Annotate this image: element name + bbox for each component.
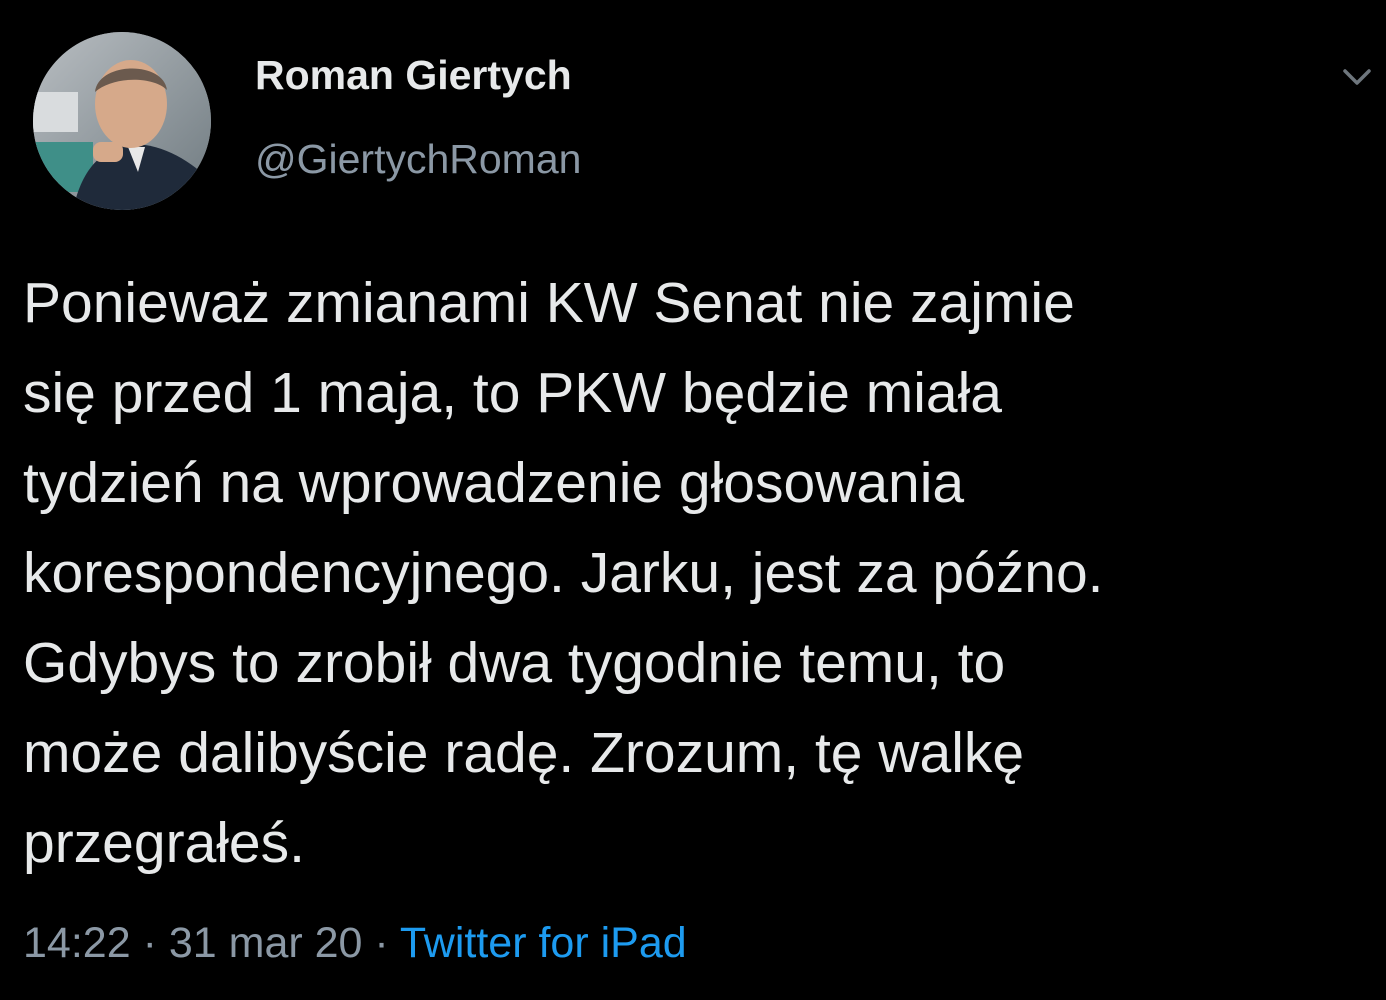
more-options-button[interactable] xyxy=(1332,52,1382,102)
user-handle[interactable]: @GiertychRoman xyxy=(255,134,581,184)
tweet-metadata: 14:22 · 31 mar 20 · Twitter for iPad xyxy=(23,915,687,971)
tweet-line: tydzień na wprowadzenie głosowania xyxy=(23,451,965,515)
meta-separator: · xyxy=(142,919,157,967)
meta-separator: · xyxy=(374,919,389,967)
tweet-line: korespondencyjnego. Jarku, jest za późno… xyxy=(23,541,1104,605)
tweet-line: Gdybys to zrobił dwa tygodnie temu, to xyxy=(23,631,1006,695)
tweet-source-link[interactable]: Twitter for iPad xyxy=(400,919,687,967)
tweet-time[interactable]: 14:22 xyxy=(23,919,131,967)
display-name[interactable]: Roman Giertych xyxy=(255,50,572,100)
avatar[interactable] xyxy=(33,32,211,210)
tweet-line: może dalibyście radę. Zrozum, tę walkę xyxy=(23,721,1025,785)
tweet-line: się przed 1 maja, to PKW będzie miała xyxy=(23,361,1002,425)
profile-photo xyxy=(33,32,211,210)
chevron-down-icon xyxy=(1343,69,1371,85)
tweet-date[interactable]: 31 mar 20 xyxy=(169,919,363,967)
tweet-line: przegrałeś. xyxy=(23,811,305,875)
tweet-text: Ponieważ zmianami KW Senat nie zajmie si… xyxy=(23,258,1373,888)
tweet-line: Ponieważ zmianami KW Senat nie zajmie xyxy=(23,271,1075,335)
